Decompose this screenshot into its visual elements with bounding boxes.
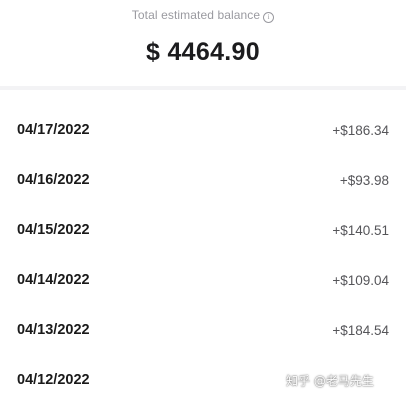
balance-amount: $ 4464.90 [146,38,260,66]
transaction-row[interactable]: 04/14/2022 +$109.04 [0,258,406,308]
transaction-date: 04/15/2022 [17,222,90,238]
transaction-date: 04/12/2022 [17,372,90,388]
balance-label-row: Total estimated balance i [0,8,406,23]
section-divider [0,86,406,90]
transaction-date: 04/17/2022 [17,122,90,138]
transaction-amount: +$93.98 [339,173,389,188]
watermark: 知乎 @老马先生 [286,374,374,388]
transaction-date: 04/16/2022 [17,172,90,188]
transaction-date: 04/13/2022 [17,322,90,338]
transaction-date: 04/14/2022 [17,272,90,288]
transaction-amount: +$186.34 [332,123,389,138]
transaction-amount: +$109.04 [332,273,389,288]
transaction-list: 04/17/2022 +$186.34 04/16/2022 +$93.98 0… [0,108,406,408]
transaction-row[interactable]: 04/16/2022 +$93.98 [0,158,406,208]
balance-label: Total estimated balance [131,8,261,22]
info-icon[interactable]: i [263,12,275,23]
transaction-row[interactable]: 04/13/2022 +$184.54 [0,308,406,358]
transaction-amount: +$140.51 [332,223,389,238]
transaction-amount: +$184.54 [332,323,389,338]
transaction-row[interactable]: 04/15/2022 +$140.51 [0,208,406,258]
transaction-row[interactable]: 04/17/2022 +$186.34 [0,108,406,158]
balance-header: Total estimated balance i $ 4464.90 [0,0,406,86]
